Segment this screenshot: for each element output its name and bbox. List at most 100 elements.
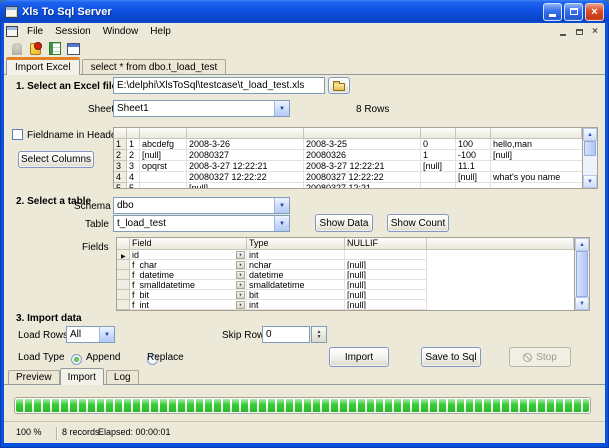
dropdown-arrow-icon[interactable] xyxy=(274,101,289,116)
append-radio-label[interactable]: Append xyxy=(86,352,120,363)
new-session-button[interactable] xyxy=(26,41,45,57)
table-value: t_load_test xyxy=(117,218,274,229)
tab-log[interactable]: Log xyxy=(106,370,139,384)
client-area: File Session Window Help × Import Excel … xyxy=(4,23,605,443)
dropdown-arrow-icon[interactable] xyxy=(236,251,245,259)
minimize-button[interactable] xyxy=(543,3,562,21)
title-bar[interactable]: Xls To Sql Server × xyxy=(0,0,609,23)
dropdown-arrow-icon[interactable] xyxy=(236,271,245,279)
menu-bar: File Session Window Help × xyxy=(4,23,605,40)
sql-query-button[interactable] xyxy=(64,41,83,57)
import-excel-page: 1. Select an Excel file Sheet Sheet1 8 R… xyxy=(4,75,605,368)
progress-bar xyxy=(14,397,591,414)
section3-title: 3. Import data xyxy=(16,313,82,324)
status-bar: 100 % 8 records Elapsed: 00:00:01 xyxy=(4,421,605,441)
field-row[interactable]: f_bit bit [null] xyxy=(117,290,574,300)
import-excel-button[interactable] xyxy=(45,41,64,57)
field-row[interactable]: f_char nchar [null] xyxy=(117,260,574,270)
sheet-value: Sheet1 xyxy=(117,103,274,114)
tab-import[interactable]: Import xyxy=(60,368,104,385)
connect-button[interactable] xyxy=(7,41,26,57)
scrollbar-thumb[interactable] xyxy=(576,251,588,297)
table-row[interactable]: 4420080327 12:22:2220080327 12:22:22[nul… xyxy=(114,172,582,183)
dropdown-arrow-icon[interactable] xyxy=(274,216,289,231)
dropdown-arrow-icon[interactable] xyxy=(236,301,245,309)
sql-grid-icon xyxy=(67,43,80,55)
table-combobox[interactable]: t_load_test xyxy=(113,215,290,232)
mdi-close-button[interactable]: × xyxy=(587,25,603,38)
show-count-button[interactable]: Show Count xyxy=(387,214,449,232)
preview-grid-body: 11abcdefg2008-3-262008-3-250100hello,man… xyxy=(114,128,582,188)
fieldname-in-header-checkbox[interactable] xyxy=(12,129,23,140)
schema-combobox[interactable]: dbo xyxy=(113,197,290,214)
toolbar xyxy=(4,40,605,57)
preview-grid-scrollbar[interactable] xyxy=(582,128,597,188)
field-row[interactable]: id int xyxy=(117,250,574,260)
stop-button[interactable]: Stop xyxy=(509,347,571,367)
append-radio[interactable] xyxy=(71,354,82,365)
skip-rows-spinner[interactable]: ▲ ▼ xyxy=(311,326,327,343)
field-row[interactable]: f_smalldatetime smalldatetime [null] xyxy=(117,280,574,290)
load-type-label: Load Type xyxy=(18,352,65,363)
tab-select-query[interactable]: select * from dbo.t_load_test xyxy=(82,59,227,74)
import-progress-pane xyxy=(4,385,605,421)
load-rows-value: All xyxy=(70,329,99,340)
load-rows-combobox[interactable]: All xyxy=(66,326,115,343)
scroll-up-icon[interactable] xyxy=(583,128,597,141)
table-row[interactable]: 33opqrst2008-3-27 12:22:212008-3-27 12:2… xyxy=(114,161,582,172)
fieldname-in-header-label[interactable]: Fieldname in Header xyxy=(27,130,120,141)
tab-import-excel[interactable]: Import Excel xyxy=(6,57,80,75)
close-button[interactable]: × xyxy=(585,3,604,21)
menu-help[interactable]: Help xyxy=(144,25,177,38)
bottom-tab-bar: Preview Import Log xyxy=(4,368,605,385)
main-tab-bar: Import Excel select * from dbo.t_load_te… xyxy=(4,57,605,75)
fields-grid-header-row: Field Type NULLIF xyxy=(117,238,574,250)
app-window: Xls To Sql Server × File Session Window … xyxy=(0,0,609,448)
replace-radio-label[interactable]: Replace xyxy=(147,352,184,363)
menu-file[interactable]: File xyxy=(21,25,49,38)
dropdown-arrow-icon[interactable] xyxy=(236,261,245,269)
scrollbar-thumb[interactable] xyxy=(584,141,596,156)
schema-label: Schema xyxy=(74,201,111,212)
field-row[interactable]: f_datetime datetime [null] xyxy=(117,270,574,280)
table-row[interactable]: 55...[null]20080327 12:21 xyxy=(114,183,582,188)
column-header-field: Field xyxy=(130,238,247,250)
fields-grid-body: Field Type NULLIF id int f_char xyxy=(117,238,574,310)
import-button[interactable]: Import xyxy=(329,347,389,367)
mdi-minimize-button[interactable] xyxy=(555,25,571,38)
maximize-button[interactable] xyxy=(564,3,583,21)
app-icon xyxy=(5,6,18,18)
fields-grid-scrollbar[interactable] xyxy=(574,238,589,310)
dropdown-arrow-icon[interactable] xyxy=(236,291,245,299)
scroll-up-icon[interactable] xyxy=(575,238,589,251)
column-header-type: Type xyxy=(247,238,345,250)
connect-icon xyxy=(12,43,22,55)
menu-window[interactable]: Window xyxy=(97,25,145,38)
dropdown-arrow-icon[interactable] xyxy=(99,327,114,342)
skip-rows-input[interactable] xyxy=(262,326,310,343)
dropdown-arrow-icon[interactable] xyxy=(274,198,289,213)
spin-down-icon[interactable]: ▼ xyxy=(317,335,322,340)
table-row[interactable]: 11abcdefg2008-3-262008-3-250100hello,man xyxy=(114,139,582,150)
select-columns-button[interactable]: Select Columns xyxy=(18,151,94,168)
browse-file-button[interactable] xyxy=(328,77,350,94)
mdi-restore-button[interactable] xyxy=(571,25,587,38)
tab-preview[interactable]: Preview xyxy=(8,370,60,384)
scroll-down-icon[interactable] xyxy=(583,175,597,188)
excel-file-input[interactable] xyxy=(113,77,325,94)
mdi-window-controls: × xyxy=(555,25,603,38)
save-to-sql-button[interactable]: Save to Sql xyxy=(421,347,481,367)
status-records: 8 records xyxy=(62,427,100,437)
dropdown-arrow-icon[interactable] xyxy=(236,281,245,289)
fields-grid: Field Type NULLIF id int f_char xyxy=(116,237,590,311)
load-rows-label: Load Rows xyxy=(18,330,68,341)
rows-count-text: 8 Rows xyxy=(356,104,389,115)
scroll-down-icon[interactable] xyxy=(575,297,589,310)
table-row[interactable]: 22[null]20080327200803261-100[null] xyxy=(114,150,582,161)
menu-session[interactable]: Session xyxy=(49,25,97,38)
sheet-combobox[interactable]: Sheet1 xyxy=(113,100,290,117)
field-row[interactable]: f_int int [null] xyxy=(117,300,574,310)
minimize-icon xyxy=(549,14,556,17)
show-data-button[interactable]: Show Data xyxy=(315,214,373,232)
excel-icon xyxy=(49,42,61,55)
